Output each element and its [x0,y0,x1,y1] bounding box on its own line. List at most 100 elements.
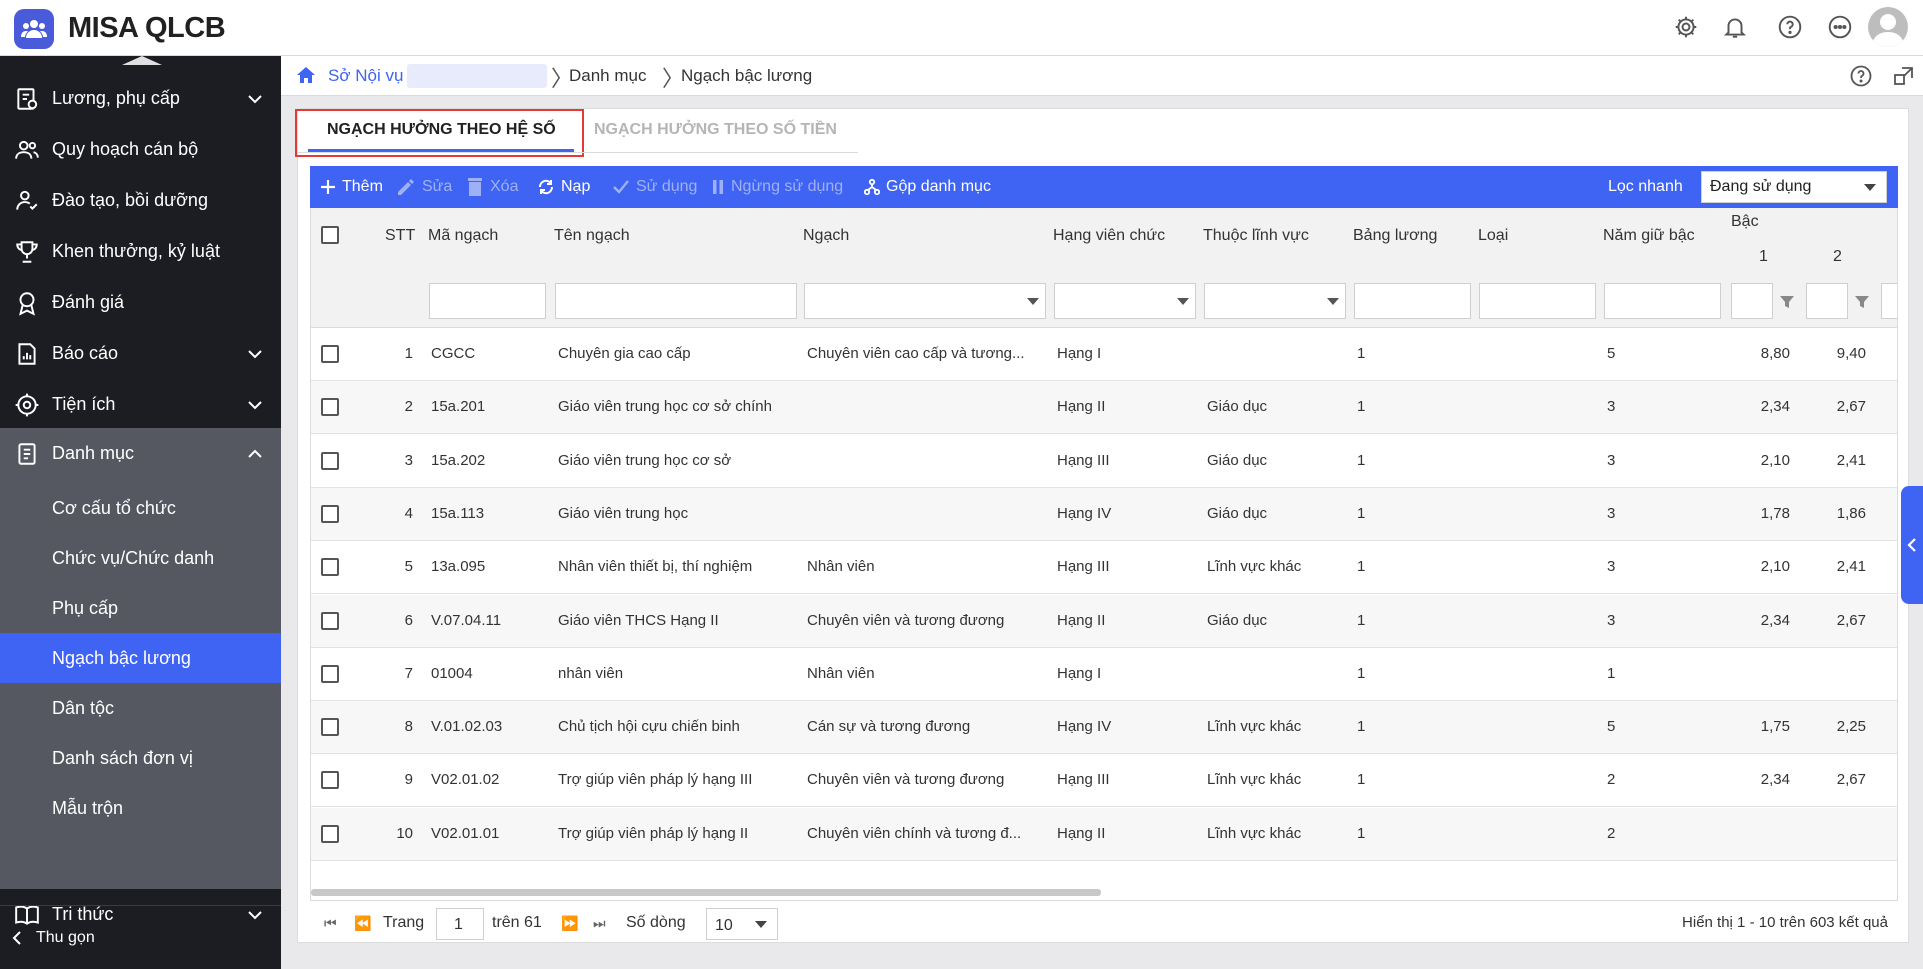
filter-code-input[interactable] [429,283,546,319]
submenu-item-ethnicity[interactable]: Dân tộc [0,683,281,733]
row-checkbox[interactable] [321,664,339,683]
sidebar-item-label: Quy hoạch cán bộ [52,139,199,159]
sidebar-scroll-up-icon[interactable] [122,56,162,65]
row-checkbox[interactable] [321,718,339,737]
submenu-item-allowances[interactable]: Phụ cấp [0,583,281,633]
first-page-icon[interactable]: ⏮ [324,915,337,932]
side-panel-toggle[interactable] [1901,486,1923,604]
filter-name-input[interactable] [555,283,797,319]
row-checkbox[interactable] [321,824,339,843]
header-level-2[interactable]: 2 [1833,248,1842,266]
chevron-down-icon [248,95,262,104]
table-row[interactable]: 7 01004 nhân viên Nhân viên Hạng I 1 1 [311,648,1897,701]
help-icon[interactable] [1775,12,1805,42]
header-code[interactable]: Mã ngạch [428,227,498,245]
merge-catalog-button[interactable]: Gộp danh mục [864,166,991,208]
sidebar-item-planning[interactable]: Quy hoạch cán bộ [0,124,281,175]
submenu-item-unit-list[interactable]: Danh sách đơn vị [0,733,281,783]
header-years[interactable]: Năm giữ bậc [1603,227,1695,245]
sidebar-item-reports[interactable]: Báo cáo [0,328,281,379]
cell-years: 3 [1607,611,1616,629]
row-checkbox[interactable] [321,398,339,417]
filter-table-input[interactable] [1354,283,1471,319]
more-options-icon[interactable] [1825,12,1855,42]
cell-table: 1 [1357,451,1366,469]
sidebar-item-salary[interactable]: Lương, phụ cấp [0,73,281,124]
quick-filter-select[interactable]: Đang sử dụng [1701,171,1887,203]
row-checkbox[interactable] [321,345,339,363]
cell-name: Giáo viên trung học cơ sở [558,451,732,469]
stop-using-button[interactable]: Ngừng sử dụng [711,166,843,208]
filter-funnel-icon[interactable] [1779,294,1795,310]
row-checkbox[interactable] [321,771,339,790]
table-row[interactable]: 9 V02.01.02 Trợ giúp viên pháp lý hạng III… [311,754,1897,808]
header-type[interactable]: Loại [1478,227,1508,245]
edit-button[interactable]: Sửa [396,166,452,208]
sidebar-item-catalog[interactable]: Danh mục [0,428,281,479]
prev-page-icon[interactable]: ⏪ [354,915,371,932]
tab-amount[interactable]: NGẠCH HƯỞNG THEO SỐ TIỀN [594,121,837,139]
table-row[interactable]: 3 15a.202 Giáo viên trung học cơ sở Hạng II… [311,435,1897,488]
sidebar-item-rewards[interactable]: Khen thưởng, kỷ luật [0,226,281,277]
row-checkbox[interactable] [321,558,339,577]
cell-field: Giáo dục [1207,451,1268,469]
submenu-item-positions[interactable]: Chức vụ/Chức danh [0,533,281,583]
filter-level3-input[interactable] [1881,283,1897,319]
breadcrumb-catalog-link[interactable]: Danh mục [569,66,646,86]
table-row[interactable]: 2 15a.201 Giáo viên trung học cơ sở chính H… [311,381,1897,435]
table-row[interactable]: 10 V02.01.01 Trợ giúp viên pháp lý hạng II… [311,807,1897,861]
popout-icon[interactable] [1893,65,1915,87]
home-icon[interactable] [296,66,316,84]
breadcrumb-root-link[interactable]: Sở Nội vụ [328,66,403,86]
select-all-checkbox[interactable] [321,226,339,244]
reload-button[interactable]: Nạp [537,166,590,208]
row-checkbox[interactable] [321,611,339,630]
next-page-icon[interactable]: ⏩ [561,915,578,932]
filter-level1-input[interactable] [1731,283,1773,319]
filter-grade-select[interactable] [1054,283,1196,319]
header-stt[interactable]: STT [385,227,415,245]
filter-years-input[interactable] [1604,283,1721,319]
row-checkbox[interactable] [321,504,339,523]
table-row[interactable]: 5 13a.095 Nhân viên thiết bị, thí nghiệm Nh… [311,541,1897,595]
filter-funnel-icon[interactable] [1854,294,1870,310]
filter-level2-input[interactable] [1806,283,1848,319]
submenu-item-org-structure[interactable]: Cơ cấu tổ chức [0,483,281,533]
pagination: ⏮ ⏪ Trang 1 trên 61 ⏩ ⏭ Số dòng 10 Hiển … [310,902,1898,942]
table-row[interactable]: 4 15a.113 Giáo viên trung học Hạng IV Giáo d… [311,487,1897,541]
table-row[interactable]: 6 V.07.04.11 Giáo viên THCS Hạng II Chuyên … [311,594,1897,648]
submenu-item-salary-grades[interactable]: Ngạch bậc lương [0,633,281,683]
cell-name: nhân viên [558,664,624,682]
table-row[interactable]: 8 V.01.02.03 Chủ tịch hội cựu chiến binh Cá… [311,701,1897,755]
page-number-input[interactable]: 1 [436,908,484,940]
user-avatar[interactable] [1868,7,1908,47]
notification-bell-icon[interactable] [1720,12,1750,42]
sidebar-item-training[interactable]: Đào tạo, bồi dưỡng [0,175,281,226]
header-field[interactable]: Thuộc lĩnh vực [1203,227,1309,245]
add-button[interactable]: Thêm [320,166,383,208]
header-rank[interactable]: Ngạch [803,227,849,245]
sidebar-item-evaluation[interactable]: Đánh giá [0,277,281,328]
filter-type-input[interactable] [1479,283,1596,319]
tab-coefficient[interactable]: NGẠCH HƯỞNG THEO HỆ SỐ [327,121,556,139]
last-page-icon[interactable]: ⏭ [593,915,606,932]
submenu-item-merge-template[interactable]: Mẫu trộn [0,783,281,833]
filter-rank-select[interactable] [804,283,1046,319]
row-checkbox[interactable] [321,451,339,470]
collapse-sidebar-button[interactable]: Thu gọn [0,905,281,969]
header-salary-table[interactable]: Bảng lương [1353,227,1437,245]
delete-button[interactable]: Xóa [466,166,518,208]
sidebar-item-utilities[interactable]: Tiện ích [0,379,281,430]
app-logo-icon[interactable] [14,9,54,49]
rows-per-page-select[interactable]: 10 [706,908,778,940]
header-name[interactable]: Tên ngạch [554,227,630,245]
horizontal-scrollbar[interactable] [311,889,1101,896]
filter-field-select[interactable] [1204,283,1346,319]
header-grade[interactable]: Hạng viên chức [1053,227,1165,245]
help-icon[interactable] [1849,64,1873,88]
settings-gear-icon[interactable] [1671,12,1701,42]
table-row[interactable]: 1 CGCC Chuyên gia cao cấp Chuyên viên cao c… [311,328,1897,381]
sidebar-item-label: Đánh giá [52,292,125,312]
header-level-1[interactable]: 1 [1759,248,1768,266]
use-button[interactable]: Sử dụng [612,166,697,208]
